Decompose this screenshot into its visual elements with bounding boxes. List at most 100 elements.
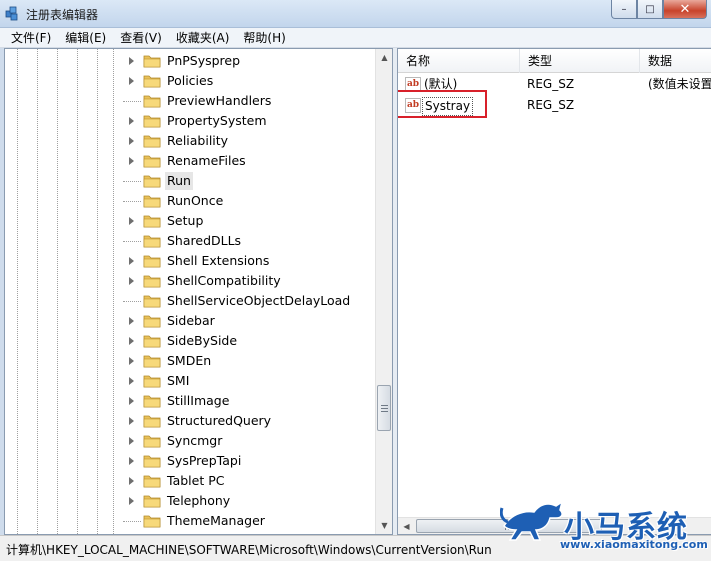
folder-icon bbox=[143, 415, 161, 428]
tree-node[interactable]: Policies bbox=[5, 71, 377, 91]
tree-node[interactable]: Telephony bbox=[5, 491, 377, 511]
tree-node[interactable]: Reliability bbox=[5, 131, 377, 151]
expand-arrow-icon[interactable] bbox=[129, 457, 134, 465]
folder-icon bbox=[143, 95, 161, 108]
tree-node[interactable]: Syncmgr bbox=[5, 431, 377, 451]
tree-node[interactable]: RunOnce bbox=[5, 191, 377, 211]
value-data: (数值未设置 bbox=[648, 77, 711, 91]
menu-view[interactable]: 查看(V) bbox=[113, 28, 169, 48]
tree-node[interactable]: Shell Extensions bbox=[5, 251, 377, 271]
tree-node-label: ThemeManager bbox=[167, 513, 265, 528]
column-header-data[interactable]: 数据 bbox=[640, 49, 711, 73]
expand-arrow-icon[interactable] bbox=[129, 357, 134, 365]
tree-node[interactable]: SharedDLLs bbox=[5, 231, 377, 251]
list-item-systray[interactable]: ab Systray REG_SZ bbox=[398, 90, 711, 118]
tree-connector bbox=[123, 521, 141, 522]
expand-arrow-icon[interactable] bbox=[129, 257, 134, 265]
tree-connector bbox=[123, 241, 141, 242]
expand-arrow-icon[interactable] bbox=[129, 417, 134, 425]
expand-arrow-icon[interactable] bbox=[129, 117, 134, 125]
tree-connector bbox=[123, 181, 141, 182]
tree-node[interactable]: SMDEn bbox=[5, 351, 377, 371]
tree-node[interactable]: Run bbox=[5, 171, 377, 191]
tree-node[interactable]: PreviewHandlers bbox=[5, 91, 377, 111]
expand-arrow-icon[interactable] bbox=[129, 137, 134, 145]
expand-arrow-icon[interactable] bbox=[129, 337, 134, 345]
scroll-thumb[interactable] bbox=[377, 385, 391, 431]
window-title: 注册表编辑器 bbox=[26, 8, 99, 22]
tree-connector bbox=[123, 101, 141, 102]
tree-connector bbox=[123, 201, 141, 202]
folder-icon bbox=[143, 275, 161, 288]
tree-node[interactable]: ShellCompatibility bbox=[5, 271, 377, 291]
menu-file[interactable]: 文件(F) bbox=[4, 28, 58, 48]
expand-arrow-icon[interactable] bbox=[129, 57, 134, 65]
scroll-left-arrow-icon[interactable]: ◀ bbox=[398, 518, 415, 534]
expand-arrow-icon[interactable] bbox=[129, 217, 134, 225]
tree-node-label: SideBySide bbox=[167, 333, 238, 348]
tree-node-label: Setup bbox=[167, 213, 204, 228]
site-watermark: 小马系统 www.xiaomaxitong.com bbox=[500, 490, 711, 561]
tree-node-label: PropertySystem bbox=[167, 113, 267, 128]
tree-node-label: Reliability bbox=[167, 133, 229, 148]
scroll-up-arrow-icon[interactable]: ▲ bbox=[376, 49, 392, 66]
folder-icon bbox=[143, 475, 161, 488]
expand-arrow-icon[interactable] bbox=[129, 377, 134, 385]
tree-node-label: Syncmgr bbox=[167, 433, 223, 448]
tree-node[interactable]: Setup bbox=[5, 211, 377, 231]
expand-arrow-icon[interactable] bbox=[129, 77, 134, 85]
tree-node[interactable]: SysPrepTapi bbox=[5, 451, 377, 471]
folder-icon bbox=[143, 435, 161, 448]
tree-node-label: SMI bbox=[167, 373, 190, 388]
tree-node-label: Policies bbox=[167, 73, 214, 88]
tree-node[interactable]: Tablet PC bbox=[5, 471, 377, 491]
column-header-name[interactable]: 名称 bbox=[398, 49, 520, 73]
expand-arrow-icon[interactable] bbox=[129, 477, 134, 485]
expand-arrow-icon[interactable] bbox=[129, 437, 134, 445]
title-bar: 注册表编辑器 – □ ✕ bbox=[0, 0, 711, 28]
maximize-button[interactable]: □ bbox=[637, 0, 663, 19]
tree-vertical-scrollbar[interactable]: ▲ ▼ bbox=[375, 49, 392, 534]
tree-node-label: ShellCompatibility bbox=[167, 273, 281, 288]
tree-node[interactable]: SMI bbox=[5, 371, 377, 391]
expand-arrow-icon[interactable] bbox=[129, 317, 134, 325]
tree-node-label: SMDEn bbox=[167, 353, 212, 368]
folder-icon bbox=[143, 515, 161, 528]
window-controls: – □ ✕ bbox=[611, 0, 707, 20]
folder-icon bbox=[143, 295, 161, 308]
tree-node-label: Sidebar bbox=[167, 313, 215, 328]
tree-node[interactable]: PropertySystem bbox=[5, 111, 377, 131]
column-header-type[interactable]: 类型 bbox=[520, 49, 640, 73]
tree-node[interactable]: PnPSysprep bbox=[5, 51, 377, 71]
registry-values-list[interactable]: 名称 类型 数据 ab (默认) REG_SZ (数值未设置 ab Systra… bbox=[397, 48, 711, 535]
close-icon: ✕ bbox=[679, 1, 691, 17]
tree-node-label: Run bbox=[165, 172, 193, 190]
folder-icon bbox=[143, 155, 161, 168]
registry-tree[interactable]: PnPSysprep Policies PreviewHandlers Propert… bbox=[4, 48, 393, 535]
expand-arrow-icon[interactable] bbox=[129, 497, 134, 505]
menu-favorites[interactable]: 收藏夹(A) bbox=[169, 28, 237, 48]
menu-edit[interactable]: 编辑(E) bbox=[58, 28, 113, 48]
scroll-down-arrow-icon[interactable]: ▼ bbox=[376, 517, 392, 534]
tree-node[interactable]: ShellServiceObjectDelayLoad bbox=[5, 291, 377, 311]
tree-node[interactable]: RenameFiles bbox=[5, 151, 377, 171]
folder-icon bbox=[143, 455, 161, 468]
tree-node[interactable]: StillImage bbox=[5, 391, 377, 411]
horse-logo-icon bbox=[500, 500, 564, 541]
minimize-button[interactable]: – bbox=[611, 0, 637, 19]
tree-connector bbox=[123, 301, 141, 302]
menu-help[interactable]: 帮助(H) bbox=[236, 28, 292, 48]
tree-node-label: Telephony bbox=[167, 493, 231, 508]
folder-icon bbox=[143, 375, 161, 388]
expand-arrow-icon[interactable] bbox=[129, 157, 134, 165]
expand-arrow-icon[interactable] bbox=[129, 277, 134, 285]
tree-node[interactable]: ThemeManager bbox=[5, 511, 377, 531]
tree-node[interactable]: SideBySide bbox=[5, 331, 377, 351]
tree-node[interactable]: StructuredQuery bbox=[5, 411, 377, 431]
close-button[interactable]: ✕ bbox=[663, 0, 707, 19]
tree-node[interactable]: Sidebar bbox=[5, 311, 377, 331]
folder-icon bbox=[143, 255, 161, 268]
tree-node-label: PnPSysprep bbox=[167, 53, 241, 68]
folder-icon bbox=[143, 195, 161, 208]
expand-arrow-icon[interactable] bbox=[129, 397, 134, 405]
